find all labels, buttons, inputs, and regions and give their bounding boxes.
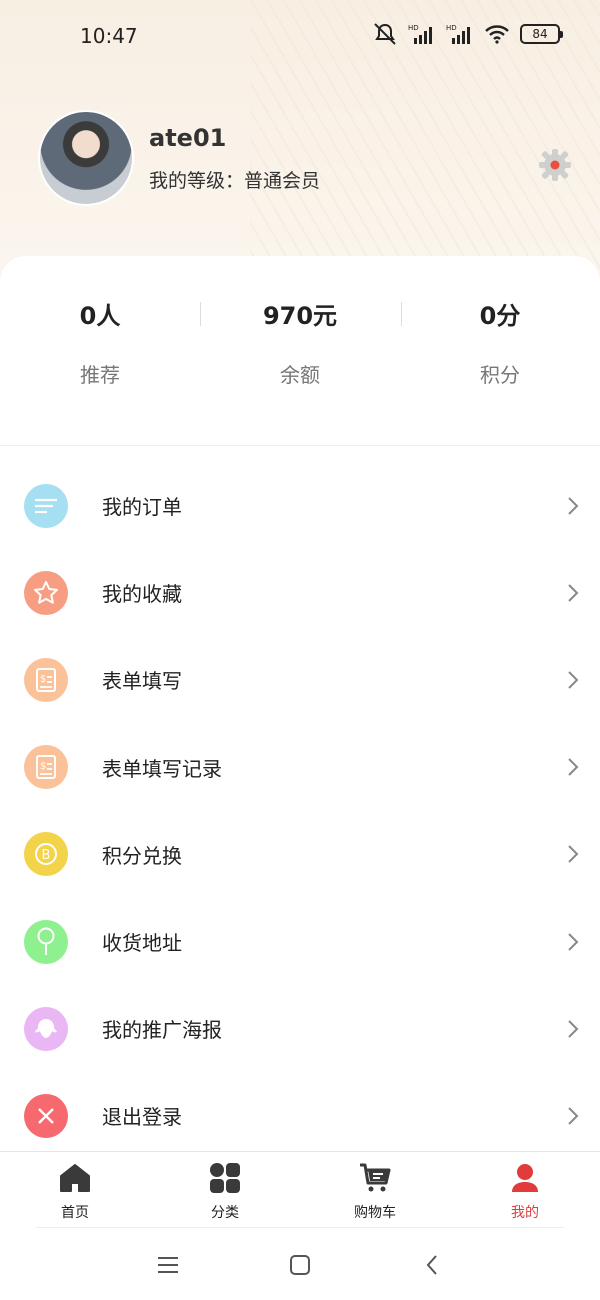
tab-mine[interactable]: 我的 xyxy=(450,1160,600,1222)
nav-back-button[interactable] xyxy=(417,1250,447,1280)
menu-icon xyxy=(158,1257,178,1273)
status-time: 10:47 xyxy=(80,24,138,48)
stats-card: 0人 推荐 970元 余额 0分 积分 xyxy=(0,256,600,446)
chevron-right-icon xyxy=(568,496,579,515)
gear-icon xyxy=(539,149,571,181)
menu-item-form-records[interactable]: $ 表单填写记录 xyxy=(0,724,600,811)
stat-referral[interactable]: 0人 推荐 xyxy=(0,296,200,388)
battery-icon: 84 xyxy=(520,24,563,44)
location-pin-icon xyxy=(24,919,68,964)
coin-icon: B xyxy=(24,832,68,877)
home-icon xyxy=(0,1160,150,1196)
menu-item-label: 我的推广海报 xyxy=(102,1018,222,1043)
profile-text: ate01 我的等级：普通会员 xyxy=(149,124,320,193)
username: ate01 xyxy=(149,123,227,152)
menu-item-logout[interactable]: 退出登录 xyxy=(0,1072,600,1159)
menu-list: 我的订单 我的收藏 $ 表单填写 $ 表单填写记录 B 积分兑换 收货地址 我的… xyxy=(0,462,600,1160)
stat-label: 积分 xyxy=(480,363,520,387)
menu-item-orders[interactable]: 我的订单 xyxy=(0,462,600,549)
svg-text:$: $ xyxy=(40,674,46,685)
back-arrow-icon xyxy=(426,1255,437,1275)
chevron-right-icon xyxy=(568,845,579,864)
svg-text:B: B xyxy=(42,848,51,863)
chevron-right-icon xyxy=(568,932,579,951)
menu-item-label: 收货地址 xyxy=(102,931,182,956)
menu-item-points-exchange[interactable]: B 积分兑换 xyxy=(0,811,600,898)
menu-item-poster[interactable]: 我的推广海报 xyxy=(0,985,600,1072)
chevron-right-icon xyxy=(568,1107,579,1125)
menu-item-label: 我的收藏 xyxy=(102,582,182,607)
stat-value: 0分 xyxy=(479,302,521,330)
signal-hd-icon: HD xyxy=(446,23,474,45)
nav-home-button[interactable] xyxy=(285,1250,315,1280)
category-icon xyxy=(150,1160,300,1196)
menu-item-label: 表单填写 xyxy=(102,669,182,694)
settings-button[interactable] xyxy=(538,148,572,182)
level-value: 普通会员 xyxy=(244,169,321,192)
tab-cart[interactable]: 购物车 xyxy=(300,1160,450,1222)
menu-item-label: 表单填写记录 xyxy=(102,756,222,781)
level-label: 我的等级： xyxy=(149,169,245,192)
user-icon xyxy=(450,1160,600,1196)
form-icon: $ xyxy=(24,657,68,702)
tab-home[interactable]: 首页 xyxy=(0,1160,150,1222)
form-record-icon: $ xyxy=(24,745,68,790)
stat-label: 余额 xyxy=(280,363,320,387)
member-level: 我的等级：普通会员 xyxy=(149,166,320,193)
stat-label: 推荐 xyxy=(80,363,120,387)
chevron-right-icon xyxy=(568,671,579,689)
svg-text:$: $ xyxy=(40,761,46,772)
chevron-right-icon xyxy=(568,1020,579,1038)
status-bar: 10:47 HD HD 84 xyxy=(0,0,600,70)
menu-item-form[interactable]: $ 表单填写 xyxy=(0,636,600,723)
system-navigation-bar xyxy=(0,1228,600,1300)
svg-text:HD: HD xyxy=(446,24,457,32)
bottom-tab-bar: 首页 分类 购物车 我的 xyxy=(0,1151,600,1228)
stat-points[interactable]: 0分 积分 xyxy=(400,296,600,388)
chevron-right-icon xyxy=(568,584,579,602)
profile-section: ate01 我的等级：普通会员 xyxy=(38,110,320,206)
menu-item-label: 我的订单 xyxy=(102,495,182,520)
signal-hd-icon: HD xyxy=(408,23,436,45)
tab-label: 我的 xyxy=(511,1205,539,1221)
tab-label: 购物车 xyxy=(354,1205,396,1221)
avatar[interactable] xyxy=(38,110,134,206)
square-icon xyxy=(290,1255,310,1275)
menu-item-label: 退出登录 xyxy=(102,1105,182,1130)
mute-icon xyxy=(372,22,398,46)
menu-item-address[interactable]: 收货地址 xyxy=(0,898,600,985)
nav-menu-button[interactable] xyxy=(153,1250,183,1280)
stat-value: 970元 xyxy=(262,302,338,330)
stat-balance[interactable]: 970元 余额 xyxy=(200,296,400,388)
menu-item-favorites[interactable]: 我的收藏 xyxy=(0,549,600,636)
menu-item-label: 积分兑换 xyxy=(102,843,182,868)
svg-text:HD: HD xyxy=(408,24,419,32)
cart-icon xyxy=(300,1160,450,1196)
tab-label: 分类 xyxy=(211,1205,239,1221)
status-icons: HD HD 84 xyxy=(372,22,563,46)
poster-icon xyxy=(24,1006,68,1051)
tab-category[interactable]: 分类 xyxy=(150,1160,300,1222)
star-icon xyxy=(24,570,68,615)
tab-label: 首页 xyxy=(61,1205,89,1221)
stat-value: 0人 xyxy=(79,302,121,330)
chevron-right-icon xyxy=(568,758,579,776)
order-list-icon xyxy=(24,483,68,528)
close-icon xyxy=(24,1093,68,1138)
wifi-icon xyxy=(484,24,510,44)
